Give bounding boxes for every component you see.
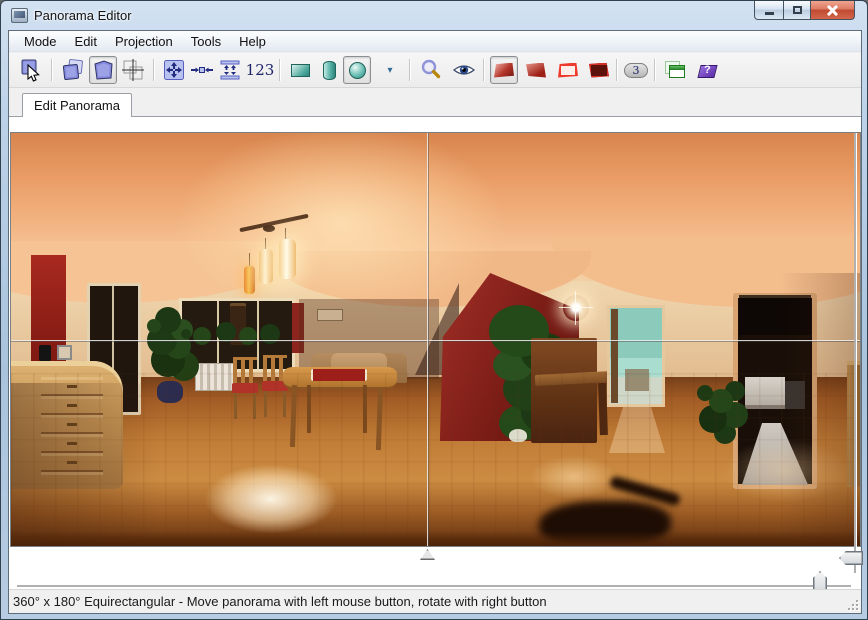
toolbar-separator [51,59,52,81]
rectilinear-projection-icon [291,64,310,77]
image-blended-icon [494,63,514,78]
expand-arrows-icon [162,58,186,82]
fit-panorama-button[interactable] [160,56,188,84]
eye-icon [452,58,476,82]
menu-mode[interactable]: Mode [15,32,66,51]
preview-button[interactable] [450,56,478,84]
rectilinear-projection-button[interactable] [286,56,314,84]
toolbar-separator [616,59,617,81]
select-source-image-button[interactable] [17,56,45,84]
resize-grip[interactable] [846,598,858,610]
fit-height-icon [218,58,242,82]
show-images-blended-button[interactable] [490,56,518,84]
picture-frame [57,345,72,360]
equirectangular-projection-icon [349,62,366,79]
window-title: Panorama Editor [34,8,132,23]
crosshair-vertical [427,133,429,547]
toolbar: 123 ▾ [9,53,861,88]
plant-palm-left [147,319,161,333]
yaw-slider-track[interactable] [17,585,851,587]
flash-light [563,295,589,321]
numbers-123-icon: 123 [246,61,275,79]
pitch-slider-track[interactable] [854,133,856,573]
lamp-mount [263,225,275,232]
numeric-transform-button[interactable]: 123 [244,56,276,84]
status-text: 360° x 180° Equirectangular - Move panor… [13,594,547,609]
yaw-marker-handle[interactable] [420,549,435,560]
floor-bottom-dark [11,531,861,547]
wall-picture [317,309,343,321]
minimize-button[interactable] [754,1,783,20]
show-image-outlines-button[interactable] [554,56,582,84]
window-mullion [257,301,259,369]
menu-edit[interactable]: Edit [66,32,106,51]
equirectangular-projection-button[interactable] [343,56,371,84]
show-main-window-button[interactable] [661,56,689,84]
title-bar[interactable]: Panorama Editor [1,1,867,31]
center-arrows-icon [190,58,214,82]
toolbar-separator [153,59,154,81]
chevron-down-icon: ▾ [387,65,392,76]
single-image-icon [91,58,115,82]
image-outline-icon [558,63,578,78]
crosshair-horizontal [11,340,861,342]
lamp-cord [249,253,250,267]
panorama-editor-window: Panorama Editor Mode Edit Projection Too… [0,0,868,620]
pointer-select-icon [19,58,43,82]
menu-projection[interactable]: Projection [106,32,182,51]
pitch-slider-thumb[interactable] [839,551,863,565]
main-window-icon [665,61,686,79]
app-icon [11,8,28,23]
fit-height-button[interactable] [216,56,244,84]
sideboard-item-dark [39,345,51,361]
show-images-dimmed-button[interactable] [585,56,613,84]
show-images-seams-button[interactable] [522,56,550,84]
status-bar: 360° x 180° Equirectangular - Move panor… [9,589,861,613]
lamp-shade-big [279,239,296,279]
window-mullion [217,301,219,369]
tab-strip: Edit Panorama [9,88,861,117]
show-single-image-button[interactable] [89,56,117,84]
panorama-canvas[interactable] [10,132,861,547]
toolbar-separator [483,59,484,81]
toolbar-separator [279,59,280,81]
overlapping-images-icon [61,58,85,82]
image-seams-icon [526,63,546,78]
wall-clock [230,303,246,345]
edge-dim-right [781,273,861,547]
lamp-shade-mid [259,249,273,284]
center-panorama-button[interactable] [188,56,216,84]
toolbar-separator [654,59,655,81]
projection-dropdown-button[interactable]: ▾ [381,56,399,84]
menu-help[interactable]: Help [230,32,275,51]
menu-bar: Mode Edit Projection Tools Help [9,31,861,52]
floor-dim-left [11,383,161,547]
toolbar-separator [409,59,410,81]
grid-crosshair-icon [121,58,145,82]
show-all-images-button[interactable] [59,56,87,84]
help-book-icon: ? [698,62,718,79]
minimize-icon [765,12,774,15]
close-button[interactable] [810,1,855,20]
help-button[interactable]: ? [694,56,722,84]
menu-tools[interactable]: Tools [182,32,230,51]
maximize-icon [793,6,802,14]
flash-ray-h [559,307,593,308]
image-number-icon: 3 [624,63,648,78]
lamp-shade-small [244,266,255,294]
grid-crosshair-button[interactable] [119,56,147,84]
maximize-button[interactable] [783,1,810,20]
image-dimmed-icon [589,63,609,78]
zoom-button[interactable] [417,56,445,84]
show-image-numbers-button[interactable]: 3 [622,56,650,84]
flash-ray-v [575,291,576,325]
tab-edit-panorama[interactable]: Edit Panorama [22,93,132,117]
client-area: Mode Edit Projection Tools Help [9,31,861,613]
close-icon [827,5,838,16]
magnifier-icon [419,58,443,82]
cylindrical-projection-button[interactable] [315,56,343,84]
windowsill-plants [181,329,191,339]
tab-page [9,117,861,589]
cylindrical-projection-icon [323,61,336,80]
